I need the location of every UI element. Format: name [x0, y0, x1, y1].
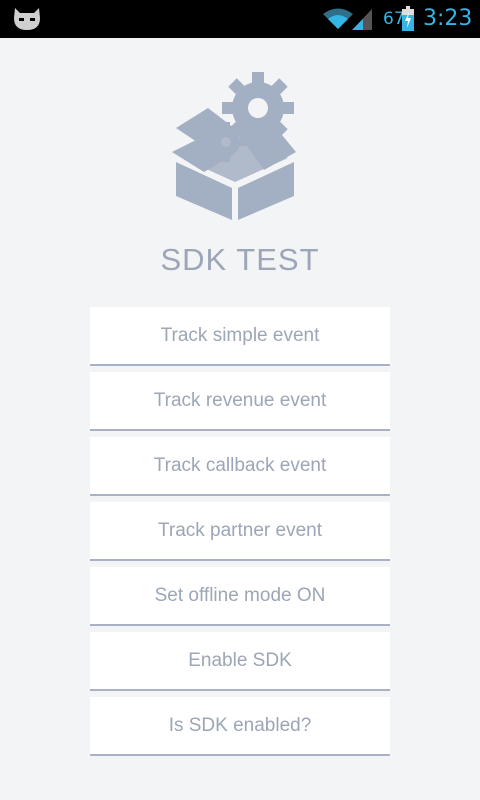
track-callback-event-button[interactable]: Track callback event	[90, 437, 390, 496]
app-title: SDK TEST	[160, 242, 320, 277]
signal-icon	[352, 9, 372, 30]
cyanogen-icon	[14, 8, 40, 30]
track-simple-event-button[interactable]: Track simple event	[90, 307, 390, 366]
enable-sdk-button[interactable]: Enable SDK	[90, 632, 390, 691]
set-offline-mode-button[interactable]: Set offline mode ON	[90, 567, 390, 626]
gears-box-icon	[172, 72, 296, 220]
is-sdk-enabled-button[interactable]: Is SDK enabled?	[90, 697, 390, 756]
action-buttons: Track simple event Track revenue event T…	[90, 307, 390, 762]
track-partner-event-button[interactable]: Track partner event	[90, 502, 390, 561]
clock: 3:23	[423, 6, 473, 31]
track-revenue-event-button[interactable]: Track revenue event	[90, 372, 390, 431]
battery-charging-icon	[402, 6, 414, 31]
status-bar: 67 3:23	[0, 0, 480, 38]
